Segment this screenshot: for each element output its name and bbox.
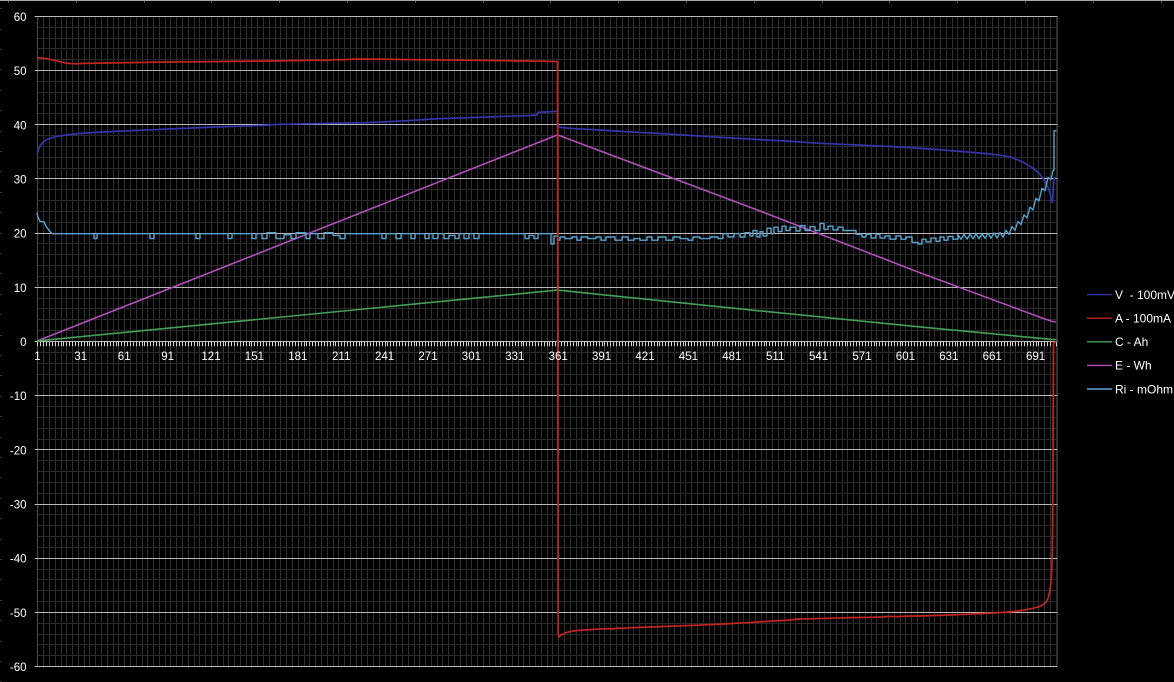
svg-text:60: 60 (14, 12, 27, 24)
svg-text:451: 451 (679, 351, 698, 363)
svg-text:50: 50 (14, 66, 27, 78)
svg-text:Ri - mOhm: Ri - mOhm (1115, 382, 1173, 396)
svg-text:481: 481 (722, 351, 741, 363)
svg-text:541: 541 (809, 351, 828, 363)
svg-text:151: 151 (245, 351, 264, 363)
svg-text:301: 301 (462, 351, 481, 363)
svg-text:-40: -40 (10, 554, 27, 566)
svg-text:91: 91 (161, 351, 174, 363)
svg-text:1: 1 (34, 351, 40, 363)
svg-text:331: 331 (505, 351, 524, 363)
svg-text:631: 631 (939, 351, 958, 363)
svg-text:20: 20 (14, 229, 27, 241)
svg-text:A - 100mA: A - 100mA (1115, 312, 1171, 326)
svg-text:181: 181 (288, 351, 307, 363)
svg-text:30: 30 (14, 175, 27, 187)
svg-text:361: 361 (549, 351, 568, 363)
svg-text:31: 31 (74, 351, 87, 363)
svg-text:-10: -10 (10, 391, 27, 403)
svg-text:V - 100mV: V - 100mV (1115, 288, 1174, 302)
svg-text:211: 211 (332, 351, 350, 363)
svg-text:40: 40 (14, 120, 27, 132)
svg-text:661: 661 (983, 351, 1002, 363)
svg-text:E - Wh: E - Wh (1115, 359, 1152, 373)
svg-text:271: 271 (418, 351, 437, 363)
svg-text:-50: -50 (10, 608, 27, 620)
svg-text:601: 601 (896, 351, 915, 363)
svg-text:61: 61 (118, 351, 131, 363)
svg-text:-60: -60 (10, 662, 27, 674)
svg-text:421: 421 (635, 351, 654, 363)
svg-text:0: 0 (20, 337, 26, 349)
svg-text:571: 571 (852, 351, 871, 363)
svg-text:391: 391 (592, 351, 611, 363)
svg-text:-30: -30 (10, 500, 27, 512)
svg-text:10: 10 (14, 283, 27, 295)
svg-text:121: 121 (201, 351, 220, 363)
svg-text:241: 241 (375, 351, 394, 363)
svg-text:511: 511 (766, 351, 784, 363)
svg-text:C - Ah: C - Ah (1115, 335, 1148, 349)
svg-text:691: 691 (1026, 351, 1045, 363)
svg-text:-20: -20 (10, 445, 27, 457)
